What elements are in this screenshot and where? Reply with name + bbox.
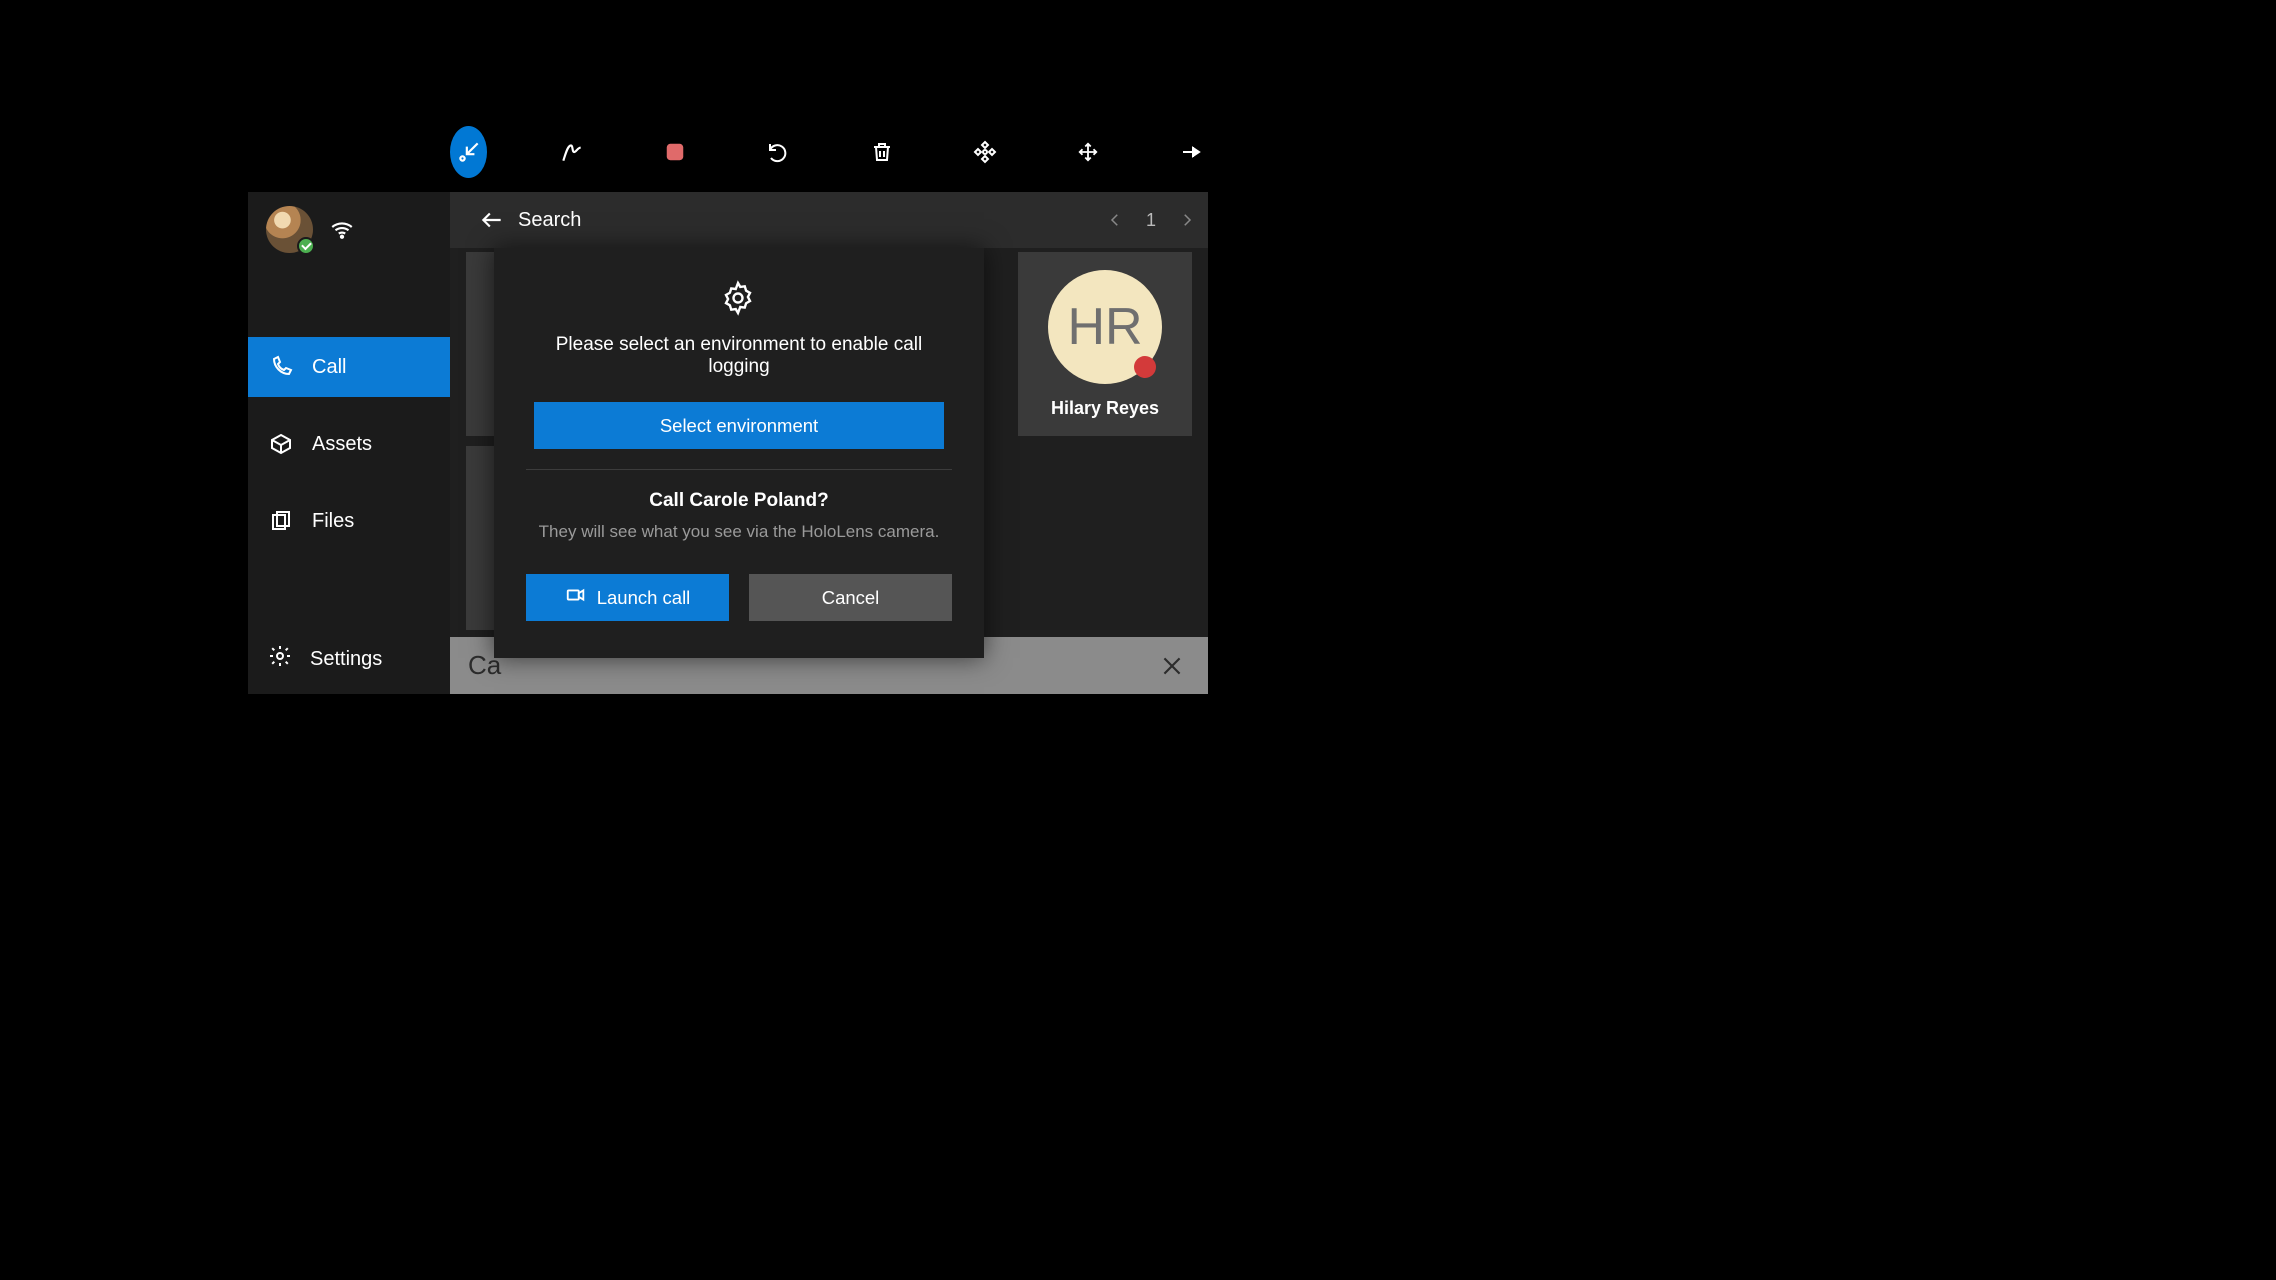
trash-icon[interactable] [863, 126, 900, 178]
undo-icon[interactable] [760, 126, 797, 178]
divider [526, 469, 952, 470]
files-icon [268, 508, 294, 534]
sidebar-item-call[interactable]: Call [248, 337, 450, 397]
user-avatar[interactable] [266, 206, 313, 253]
cancel-button[interactable]: Cancel [749, 574, 952, 621]
contact-initials: HR [1067, 297, 1142, 357]
button-label: Launch call [597, 587, 691, 609]
call-dialog: Please select an environment to enable c… [494, 248, 984, 658]
contact-avatar: HR [1048, 270, 1162, 384]
arrow-inward-icon[interactable] [450, 126, 487, 178]
call-question: Call Carole Poland? [649, 490, 828, 512]
contact-name: Hilary Reyes [1051, 398, 1159, 419]
header: Search 1 [450, 192, 1208, 248]
ink-pen-icon[interactable] [553, 126, 590, 178]
sidebar-item-label: Settings [310, 648, 382, 671]
video-icon [565, 584, 587, 611]
page-title: Search [518, 209, 581, 232]
move-icon[interactable] [1070, 126, 1107, 178]
package-icon [268, 431, 294, 457]
button-label: Cancel [822, 587, 880, 609]
call-description: They will see what you see via the HoloL… [539, 522, 940, 542]
sidebar-item-label: Call [312, 356, 346, 379]
sidebar-item-settings[interactable]: Settings [248, 630, 450, 694]
back-button[interactable] [474, 202, 510, 238]
sidebar-nav: Call Assets Files [248, 337, 450, 630]
pager: 1 [1104, 209, 1198, 231]
button-label: Select environment [660, 415, 818, 437]
sidebar-item-label: Files [312, 510, 354, 533]
presence-available-icon [297, 237, 315, 255]
pin-icon[interactable] [1173, 126, 1210, 178]
next-page-button[interactable] [1176, 209, 1198, 231]
wifi-icon [329, 214, 355, 245]
sidebar-item-label: Assets [312, 433, 372, 456]
select-environment-button[interactable]: Select environment [534, 402, 944, 449]
sidebar-item-files[interactable]: Files [248, 491, 450, 551]
focus-target-icon[interactable] [966, 126, 1003, 178]
sidebar-item-assets[interactable]: Assets [248, 414, 450, 474]
presence-busy-icon [1134, 356, 1156, 378]
env-message: Please select an environment to enable c… [526, 334, 952, 378]
phone-icon [268, 354, 294, 380]
prev-page-button[interactable] [1104, 209, 1126, 231]
top-toolbar [450, 124, 1210, 180]
contact-card[interactable]: HR Hilary Reyes [1018, 252, 1192, 436]
stage: Call Assets Files [0, 0, 2276, 1280]
gear-icon [720, 280, 758, 318]
sidebar: Call Assets Files [248, 192, 450, 694]
stop-record-icon[interactable] [657, 126, 694, 178]
clear-search-button[interactable] [1154, 648, 1190, 684]
page-number: 1 [1146, 210, 1156, 231]
gear-icon [268, 644, 292, 674]
launch-call-button[interactable]: Launch call [526, 574, 729, 621]
sidebar-top [248, 192, 450, 267]
